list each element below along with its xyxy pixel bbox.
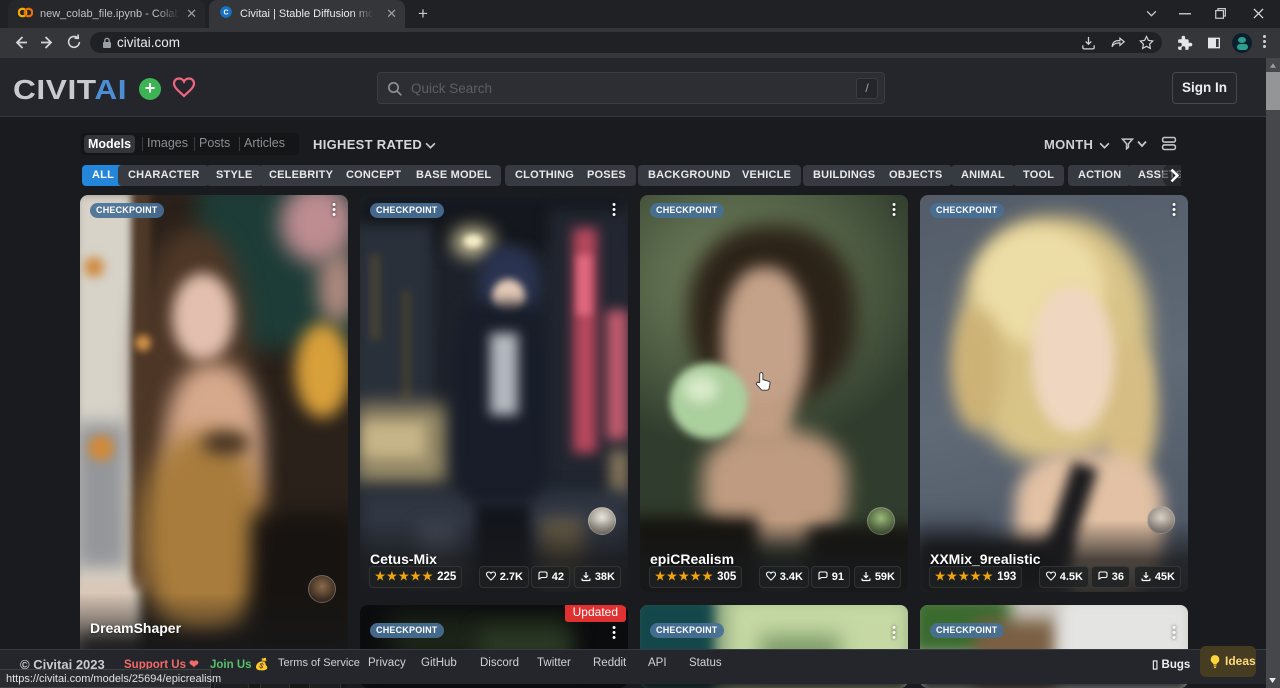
svg-text:C: C <box>223 9 228 16</box>
